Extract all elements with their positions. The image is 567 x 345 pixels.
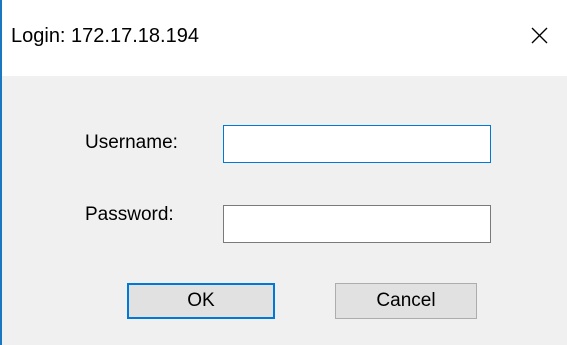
- password-label: Password:: [85, 204, 174, 225]
- ok-button[interactable]: OK: [127, 283, 275, 319]
- dialog-title: Login: 172.17.18.194: [11, 25, 199, 47]
- close-icon: [531, 27, 548, 44]
- password-input[interactable]: [223, 205, 491, 243]
- title-bar: Login: 172.17.18.194: [2, 0, 567, 76]
- cancel-button[interactable]: Cancel: [335, 283, 477, 319]
- login-dialog: Login: 172.17.18.194 Username: Password:…: [0, 0, 567, 345]
- username-label: Username:: [85, 132, 178, 153]
- close-button[interactable]: [514, 15, 564, 55]
- username-input[interactable]: [223, 125, 491, 163]
